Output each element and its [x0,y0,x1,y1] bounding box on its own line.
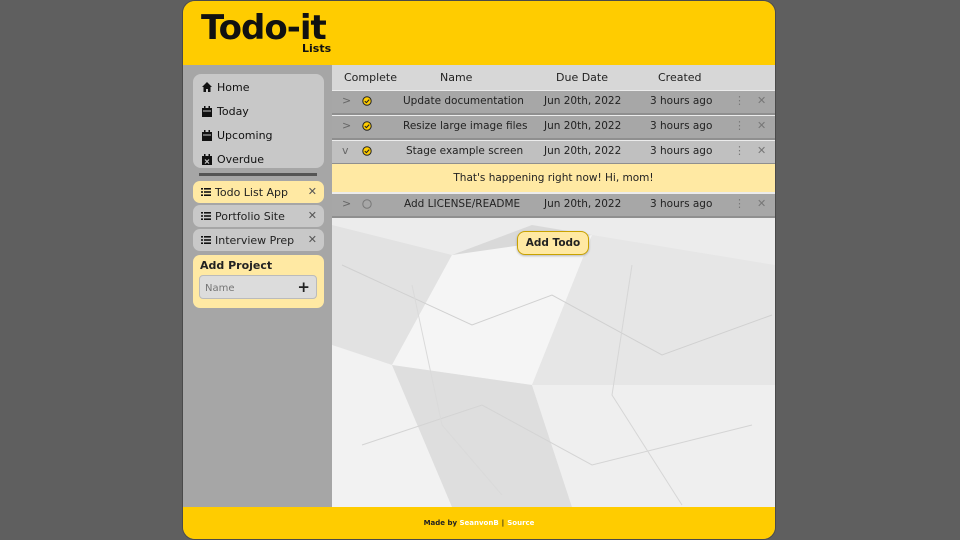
sidebar: Home Today Upcoming Overdue Todo List Ap… [183,65,332,507]
chevron-down-icon[interactable]: v [342,144,349,157]
more-options-icon[interactable]: ⋮ [734,94,745,107]
delete-icon[interactable]: ✕ [757,119,766,132]
project-item-todo-list-app[interactable]: Todo List App ✕ [193,181,324,203]
calendar-icon [201,129,213,141]
todo-name: Add LICENSE/README [404,198,521,210]
todo-name: Stage example screen [406,145,524,157]
table-row[interactable]: > Add LICENSE/README Jun 20th, 2022 3 ho… [332,194,775,218]
project-item-interview-prep[interactable]: Interview Prep ✕ [193,229,324,251]
nav-item-upcoming[interactable]: Upcoming [201,125,273,145]
project-label: Todo List App [215,185,289,199]
add-todo-button[interactable]: Add Todo [517,231,589,255]
table-row[interactable]: > Update documentation Jun 20th, 2022 3 … [332,91,775,115]
calendar-x-icon [201,153,213,165]
calendar-icon [201,105,213,117]
nav-item-home[interactable]: Home [201,77,249,97]
column-header-complete[interactable]: Complete [344,71,397,84]
close-icon[interactable]: ✕ [308,233,317,246]
list-icon [201,187,211,197]
footer-made-by: Made by [423,519,458,527]
nav-item-label: Today [217,104,249,118]
checked-circle-icon[interactable] [362,121,372,131]
checked-circle-icon[interactable] [362,146,372,156]
project-name-field: + [199,275,317,300]
chevron-right-icon[interactable]: > [342,94,351,107]
more-options-icon[interactable]: ⋮ [734,144,745,157]
todo-created: 3 hours ago [650,145,713,157]
more-options-icon[interactable]: ⋮ [734,119,745,132]
column-header-due-date[interactable]: Due Date [556,71,608,84]
todo-name: Update documentation [403,95,524,107]
todo-created: 3 hours ago [650,120,713,132]
add-project-panel: Add Project + [193,255,324,308]
todo-due-date: Jun 20th, 2022 [544,145,622,157]
main-panel: Complete Name Due Date Created > Update … [332,65,775,507]
home-icon [201,81,213,93]
project-label: Portfolio Site [215,209,285,223]
add-project-label: Add Project [200,259,273,272]
chevron-right-icon[interactable]: > [342,119,351,132]
source-link[interactable]: Source [507,519,534,527]
nav-item-label: Overdue [217,152,264,166]
todo-name: Resize large image files [403,120,528,132]
todo-due-date: Jun 20th, 2022 [544,198,622,210]
project-name-input[interactable] [200,276,299,300]
delete-icon[interactable]: ✕ [757,197,766,210]
table-row[interactable]: v Stage example screen Jun 20th, 2022 3 … [332,141,775,165]
table-row[interactable]: > Resize large image files Jun 20th, 202… [332,116,775,140]
chevron-right-icon[interactable]: > [342,197,351,210]
app-header: Todo-it Lists [183,1,775,65]
table-header: Complete Name Due Date Created [332,65,775,90]
nav-item-overdue[interactable]: Overdue [201,149,264,169]
close-icon[interactable]: ✕ [308,185,317,198]
todo-created: 3 hours ago [650,95,713,107]
footer-separator: | [501,519,505,527]
author-link[interactable]: SeanvonB [459,519,498,527]
column-header-name[interactable]: Name [440,71,472,84]
app-subtitle: Lists [302,42,332,55]
project-item-portfolio-site[interactable]: Portfolio Site ✕ [193,205,324,227]
column-header-created[interactable]: Created [658,71,702,84]
nav-item-label: Home [217,80,250,94]
checked-circle-icon[interactable] [362,96,372,106]
todo-detail: That's happening right now! Hi, mom! [332,164,775,192]
delete-icon[interactable]: ✕ [757,94,766,107]
delete-icon[interactable]: ✕ [757,144,766,157]
nav-menu: Home Today Upcoming Overdue [193,74,324,168]
nav-item-label: Upcoming [217,128,273,142]
todo-due-date: Jun 20th, 2022 [544,120,622,132]
project-label: Interview Prep [215,233,295,247]
add-project-button[interactable]: + [297,278,310,296]
app-window: Todo-it Lists Home Today Upcoming Overdu… [183,1,775,539]
unchecked-circle-icon[interactable] [362,199,372,209]
list-icon [201,235,211,245]
todo-due-date: Jun 20th, 2022 [544,95,622,107]
more-options-icon[interactable]: ⋮ [734,197,745,210]
nav-item-today[interactable]: Today [201,101,249,121]
close-icon[interactable]: ✕ [308,209,317,222]
sidebar-divider [199,173,317,176]
footer: Made by SeanvonB | Source [183,507,775,539]
todo-created: 3 hours ago [650,198,713,210]
list-icon [201,211,211,221]
